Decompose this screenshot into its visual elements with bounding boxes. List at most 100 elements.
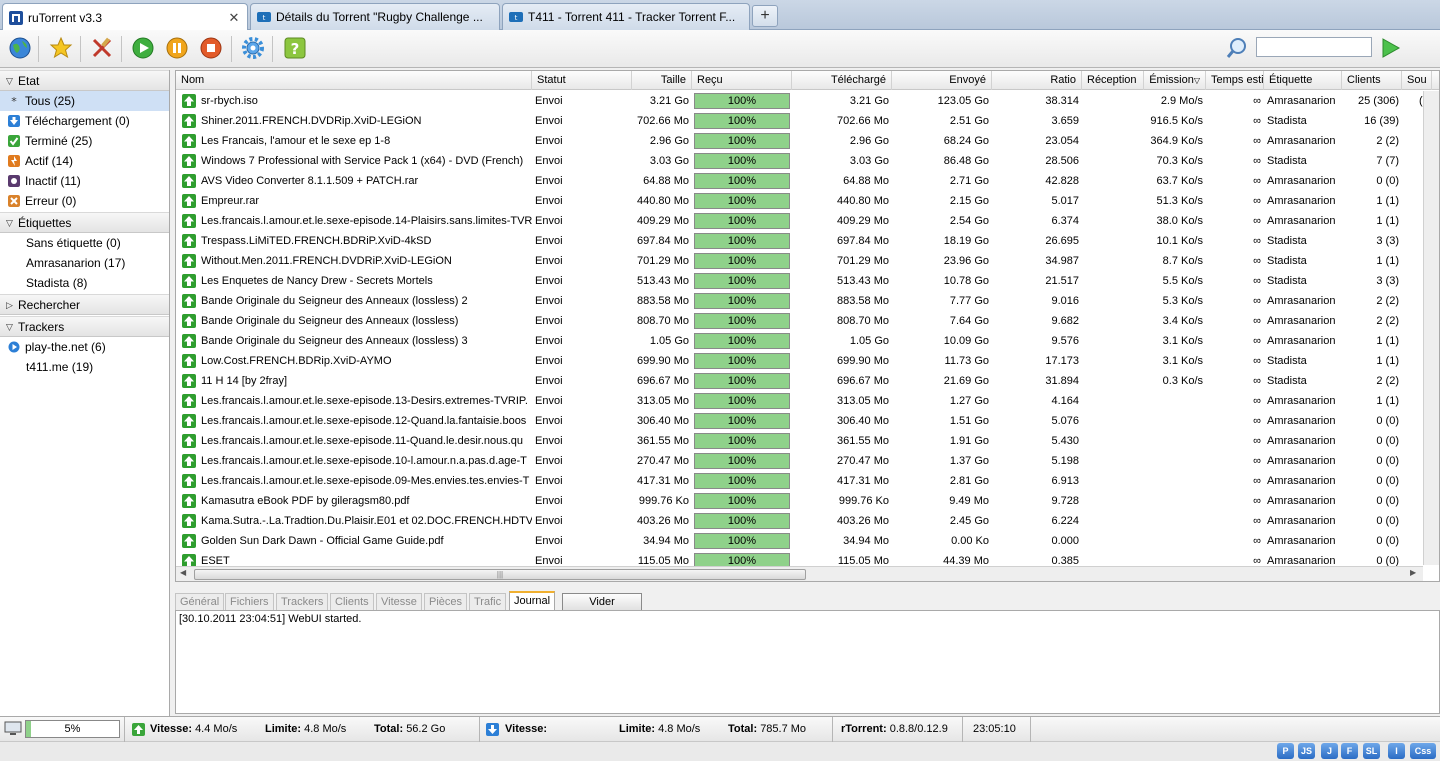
torrent-row[interactable]: AVS Video Converter 8.1.1.509 + PATCH.ra… [176, 171, 1439, 191]
column-header-seeds[interactable]: Sou [1402, 71, 1432, 90]
torrent-row[interactable]: Les.francais.l.amour.et.le.sexe-episode.… [176, 391, 1439, 411]
column-header-eta[interactable]: Temps estim [1206, 71, 1264, 90]
plugin-p-icon[interactable]: P [1277, 743, 1294, 759]
tab-trackers[interactable]: Trackers [276, 593, 329, 611]
vertical-scrollbar[interactable] [1423, 91, 1439, 565]
tracker-item-play-the-net[interactable]: play-the.net (6) [0, 337, 169, 357]
torrent-name: Bande Originale du Seigneur des Anneaux … [201, 295, 468, 307]
column-header-ratio[interactable]: Ratio [992, 71, 1082, 90]
torrent-row[interactable]: 11 H 14 [by 2fray] Envoi 696.67 Mo 100% 696.… [176, 371, 1439, 391]
state-item-active[interactable]: Actif (14) [0, 151, 169, 171]
favorites-button[interactable] [46, 33, 76, 63]
torrent-row[interactable]: Golden Sun Dark Dawn - Official Game Gui… [176, 531, 1439, 551]
column-header-download-rate[interactable]: Réception [1082, 71, 1144, 90]
browser-tab-rutorrent[interactable]: ruTorrent v3.3 ✕ [2, 3, 248, 31]
search-panel-header[interactable]: ▷ Rechercher [0, 294, 169, 315]
horizontal-scrollbar[interactable]: ◀ ||| ▶ [176, 566, 1423, 581]
torrent-row[interactable]: Bande Originale du Seigneur des Anneaux … [176, 311, 1439, 331]
cell-label: Amrasanarion [1267, 335, 1336, 347]
plugin-sl-icon[interactable]: SL [1363, 743, 1380, 759]
torrent-row[interactable]: Les.francais.l.amour.et.le.sexe-episode.… [176, 431, 1439, 451]
column-header-upload-rate[interactable]: Émission▽ [1144, 71, 1206, 90]
column-header-size[interactable]: Taille [632, 71, 692, 90]
plugin-j-icon[interactable]: J [1321, 743, 1338, 759]
torrent-row[interactable]: Shiner.2011.FRENCH.DVDRip.XviD-LEGiON Env… [176, 111, 1439, 131]
browser-tab-t411[interactable]: t T411 - Torrent 411 - Tracker Torrent F… [502, 3, 750, 30]
close-tab-icon[interactable]: ✕ [227, 10, 241, 26]
search-button[interactable] [1222, 33, 1252, 63]
torrent-row[interactable]: Les.francais.l.amour.et.le.sexe-episode.… [176, 451, 1439, 471]
torrent-row[interactable]: Bande Originale du Seigneur des Anneaux … [176, 291, 1439, 311]
state-item-downloading[interactable]: Téléchargement (0) [0, 111, 169, 131]
trackers-panel-header[interactable]: ▽ Trackers [0, 316, 169, 337]
search-input[interactable] [1256, 37, 1372, 57]
torrent-row[interactable]: Without.Men.2011.FRENCH.DVDRiP.XviD-LEGi… [176, 251, 1439, 271]
tab-general[interactable]: Général [175, 593, 225, 611]
new-tab-button[interactable]: + [752, 5, 778, 27]
state-item-inactive[interactable]: Inactif (11) [0, 171, 169, 191]
help-button[interactable]: ? [280, 33, 310, 63]
horizontal-scroll-thumb[interactable]: ||| [194, 569, 806, 580]
column-header-uploaded[interactable]: Envoyé [892, 71, 992, 90]
download-icon [8, 115, 20, 127]
tab-speed[interactable]: Vitesse [376, 593, 422, 611]
torrent-row[interactable]: sr-rbych.iso Envoi 3.21 Go 100% 3.21 Go 123.0… [176, 91, 1439, 111]
torrent-row[interactable]: Les.francais.l.amour.et.le.sexe-episode.… [176, 411, 1439, 431]
column-header-received[interactable]: Reçu [692, 71, 792, 90]
label-item-none[interactable]: Sans étiquette (0) [0, 233, 169, 253]
start-torrent-button[interactable] [128, 33, 158, 63]
plugin-i-icon[interactable]: I [1388, 743, 1405, 759]
column-header-status[interactable]: Statut [532, 71, 632, 90]
progress-text: 100% [727, 255, 757, 267]
plugin-f-icon[interactable]: F [1341, 743, 1358, 759]
torrent-row[interactable]: Empreur.rar Envoi 440.80 Mo 100% 440.80 Mo 2.… [176, 191, 1439, 211]
tab-traffic[interactable]: Trafic [469, 593, 507, 611]
torrent-row[interactable]: Kamasutra eBook PDF by gileragsm80.pdf En… [176, 491, 1439, 511]
column-header-name[interactable]: Nom [176, 71, 532, 90]
column-header-peers[interactable]: Clients [1342, 71, 1402, 90]
scroll-left-icon[interactable]: ◀ [180, 568, 186, 577]
remove-torrent-button[interactable] [87, 33, 117, 63]
tab-clients[interactable]: Clients [330, 593, 374, 611]
label-item-stadista[interactable]: Stadista (8) [0, 273, 169, 293]
torrent-row[interactable]: Windows 7 Professional with Service Pack… [176, 151, 1439, 171]
torrent-row[interactable]: Low.Cost.FRENCH.BDRip.XviD-AYMO Envoi 699.… [176, 351, 1439, 371]
torrent-row[interactable]: Les.francais.l.amour.et.le.sexe-episode.… [176, 211, 1439, 231]
search-go-button[interactable] [1375, 33, 1405, 63]
state-item-error[interactable]: Erreur (0) [0, 191, 169, 211]
cell-upload-rate [1144, 431, 1206, 451]
settings-button[interactable] [238, 33, 268, 63]
tab-journal[interactable]: Journal [509, 591, 556, 611]
tab-files[interactable]: Fichiers [225, 593, 274, 611]
tab-pieces[interactable]: Pièces [424, 593, 468, 611]
torrent-row[interactable]: Bande Originale du Seigneur des Anneaux … [176, 331, 1439, 351]
clear-log-button[interactable]: Vider [562, 593, 642, 611]
torrent-row[interactable]: Kama.Sutra.-.La.Tradtion.Du.Plaisir.E01 … [176, 511, 1439, 531]
column-header-label[interactable]: Étiquette [1264, 71, 1342, 90]
download-limit[interactable]: 4.8 Mo/s [304, 723, 346, 735]
column-header-downloaded[interactable]: Téléchargé [792, 71, 892, 90]
upload-limit[interactable]: 4.8 Mo/s [658, 723, 700, 735]
plugin-css-icon[interactable]: Css [1410, 743, 1436, 759]
state-panel-header[interactable]: ▽ Etat [0, 70, 169, 91]
pause-torrent-button[interactable] [162, 33, 192, 63]
add-torrent-button[interactable] [5, 33, 35, 63]
cell-name: Les.francais.l.amour.et.le.sexe-episode.… [176, 431, 532, 451]
torrent-row[interactable]: Les Enquetes de Nancy Drew - Secrets Mor… [176, 271, 1439, 291]
cell-label: Stadista [1267, 115, 1307, 127]
label-item-amrasanarion[interactable]: Amrasanarion (17) [0, 253, 169, 273]
cell-uploaded: 2.45 Go [949, 515, 989, 527]
browser-tab-details[interactable]: t Détails du Torrent "Rugby Challenge ..… [250, 3, 500, 30]
plugin-js-icon[interactable]: JS [1298, 743, 1315, 759]
tracker-item-t411[interactable]: t411.me (19) [0, 357, 169, 377]
torrent-row[interactable]: Les Francais, l'amour et le sexe ep 1-8 E… [176, 131, 1439, 151]
scroll-right-icon[interactable]: ▶ [1410, 568, 1416, 577]
labels-panel-header[interactable]: ▽ Étiquettes [0, 212, 169, 233]
torrent-row[interactable]: Les.francais.l.amour.et.le.sexe-episode.… [176, 471, 1439, 491]
stop-torrent-button[interactable] [196, 33, 226, 63]
state-item-all[interactable]: * Tous (25) [0, 91, 169, 111]
torrent-row[interactable]: Trespass.LiMiTED.FRENCH.BDRiP.XviD-4kSD E… [176, 231, 1439, 251]
progress-text: 100% [727, 295, 757, 307]
state-item-complete[interactable]: Terminé (25) [0, 131, 169, 151]
cell-uploaded: 2.81 Go [949, 475, 989, 487]
